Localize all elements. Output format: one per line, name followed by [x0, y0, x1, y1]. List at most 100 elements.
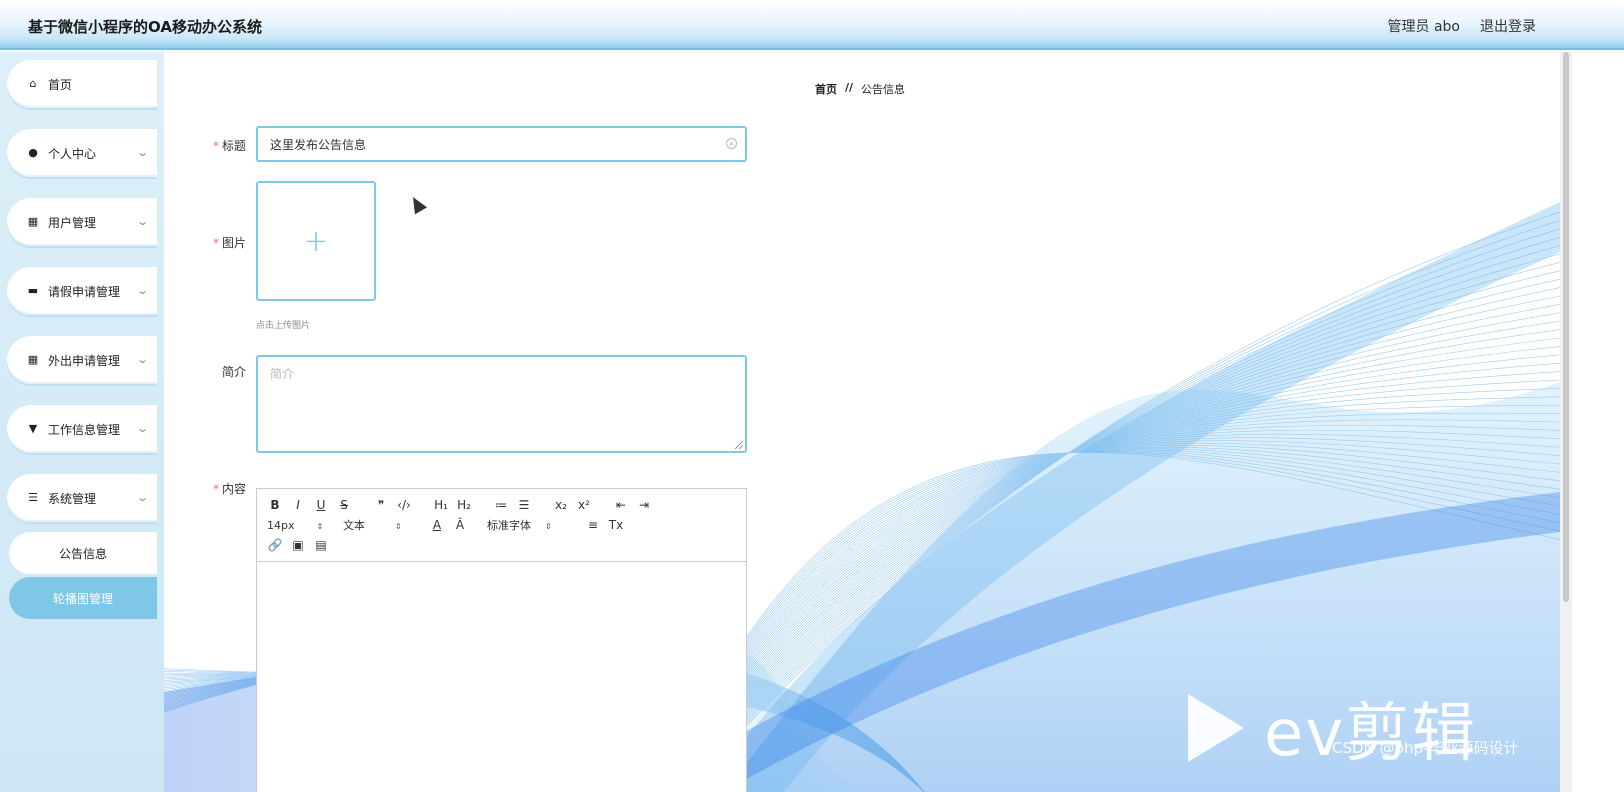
breadcrumb: 首页 // 公告信息: [815, 81, 905, 97]
toolbar-row-2: 14px ⇕ 文本 ⇕ A Â 标准字体 ⇕ ≡ Tx: [267, 515, 736, 535]
sidebar-item-personal-center[interactable]: ● 个人中心 ⌄: [7, 129, 157, 177]
font-color-button[interactable]: A: [429, 518, 445, 532]
breadcrumb-home[interactable]: 首页: [815, 81, 837, 97]
editor-toolbar: B I U S ❞ ‹/› H₁ H₂ ≔ ☰ x₂ x² ⇤ ⇥ 14px ⇕…: [257, 489, 746, 562]
sidebar-item-label: 请假申请管理: [48, 284, 121, 299]
title-label-text: 标题: [221, 139, 246, 153]
sidebar-subitem-carousel-management[interactable]: 轮播图管理: [9, 577, 157, 619]
scrollbar-thumb[interactable]: [1563, 52, 1569, 602]
image-upload-button[interactable]: +: [256, 181, 376, 301]
toolbar-row-1: B I U S ❞ ‹/› H₁ H₂ ≔ ☰ x₂ x² ⇤ ⇥: [267, 495, 736, 515]
sidebar: ⌂ 首页 ● 个人中心 ⌄ ▦ 用户管理 ⌄ ▬ 请假申请管理 ⌄ ▦ 外出申请…: [0, 52, 164, 792]
sidebar-subitem-label: 轮播图管理: [52, 591, 113, 606]
breadcrumb-current: 公告信息: [861, 83, 906, 96]
bold-button[interactable]: B: [267, 498, 283, 512]
clear-format-button[interactable]: Tx: [608, 518, 624, 532]
intro-label-text: 简介: [221, 365, 246, 379]
intro-label: 简介: [186, 363, 246, 380]
admin-user-label[interactable]: 管理员 abo: [1388, 16, 1460, 36]
required-mark: *: [212, 139, 219, 153]
header-actions: 管理员 abo 退出登录: [1388, 16, 1536, 36]
sidebar-item-outing-management[interactable]: ▦ 外出申请管理 ⌄: [7, 336, 157, 384]
required-mark: *: [212, 482, 219, 496]
sidebar-item-label: 系统管理: [48, 491, 97, 506]
list-icon: ☰: [28, 491, 38, 504]
image-label-text: 图片: [221, 236, 246, 250]
ordered-list-button[interactable]: ≔: [493, 498, 509, 512]
image-insert-icon[interactable]: ▣: [290, 538, 306, 552]
required-mark: *: [212, 236, 219, 250]
chevron-down-icon: ⌄: [135, 146, 149, 159]
sidebar-item-label: 工作信息管理: [48, 422, 121, 437]
block-type-value: 文本: [343, 519, 365, 532]
sidebar-item-user-management[interactable]: ▦ 用户管理 ⌄: [7, 198, 157, 246]
sidebar-item-home[interactable]: ⌂ 首页: [7, 60, 157, 108]
sidebar-item-work-info-management[interactable]: ▼ 工作信息管理 ⌄: [7, 405, 157, 453]
chevron-down-icon: ⌄: [135, 422, 149, 435]
csdn-credit: CSDN @php-毕业源码设计: [1332, 739, 1519, 757]
sidebar-item-label: 首页: [48, 77, 73, 92]
sidebar-item-label: 个人中心: [48, 146, 97, 161]
intro-textarea[interactable]: 简介: [256, 355, 747, 453]
main-content: 首页 // 公告信息 * 标题 这里发布公告信息 × * 图片 + 点击上传图片 简…: [164, 52, 1560, 792]
superscript-button[interactable]: x²: [576, 498, 592, 512]
title-input[interactable]: 这里发布公告信息 ×: [256, 126, 747, 162]
subscript-button[interactable]: x₂: [553, 498, 569, 512]
chevron-down-icon: ⌄: [135, 215, 149, 228]
grid-icon: ▦: [27, 353, 39, 366]
chevron-down-icon: ⌄: [135, 353, 149, 366]
select-arrow-icon: ⇕: [395, 522, 402, 531]
grid-icon: ▦: [27, 215, 39, 228]
italic-button[interactable]: I: [290, 498, 306, 512]
video-insert-icon[interactable]: ▤: [313, 538, 329, 552]
title-label: * 标题: [186, 137, 246, 154]
outdent-button[interactable]: ⇤: [613, 498, 629, 512]
intro-placeholder: 简介: [270, 367, 295, 381]
title-input-value: 这里发布公告信息: [270, 137, 367, 152]
content-label: * 内容: [186, 480, 246, 497]
bullet-list-button[interactable]: ☰: [516, 498, 532, 512]
select-arrow-icon: ⇕: [316, 521, 324, 531]
image-label: * 图片: [186, 234, 246, 251]
indent-button[interactable]: ⇥: [636, 498, 652, 512]
sidebar-subitem-announcements[interactable]: 公告信息: [9, 532, 157, 574]
sidebar-item-label: 外出申请管理: [48, 353, 121, 368]
resize-handle[interactable]: [735, 441, 743, 449]
app-title: 基于微信小程序的OA移动办公系统: [28, 18, 262, 36]
ticket-icon: ▬: [27, 284, 39, 297]
heading2-button[interactable]: H₂: [456, 498, 472, 512]
blockquote-button[interactable]: ❞: [373, 498, 389, 512]
sidebar-item-system-management[interactable]: ☰ 系统管理 ⌄: [7, 474, 157, 522]
sidebar-item-label: 用户管理: [48, 215, 97, 230]
user-icon: ●: [28, 146, 38, 159]
logout-link[interactable]: 退出登录: [1480, 16, 1536, 36]
play-logo-icon: [1188, 694, 1244, 762]
background-color-button[interactable]: Â: [452, 518, 468, 532]
sidebar-subitem-label: 公告信息: [58, 546, 107, 561]
link-icon[interactable]: 🔗: [267, 538, 283, 552]
align-button[interactable]: ≡: [585, 518, 601, 532]
chevron-down-icon: ⌄: [135, 491, 149, 504]
chevron-down-icon: ⌄: [135, 284, 149, 297]
select-arrow-icon: ⇕: [545, 522, 552, 531]
plus-icon: +: [303, 223, 329, 259]
font-family-value: 标准字体: [487, 519, 531, 532]
heading1-button[interactable]: H₁: [433, 498, 449, 512]
ev-watermark: ev剪辑: [1188, 682, 1477, 774]
page-scrollbar[interactable]: [1560, 52, 1572, 792]
watermark-brand: ev剪辑: [1264, 697, 1478, 771]
underline-button[interactable]: U: [313, 498, 329, 512]
font-size-select[interactable]: 14px ⇕: [267, 519, 329, 532]
clear-icon[interactable]: ×: [726, 138, 737, 149]
pin-icon: ▼: [28, 422, 38, 435]
font-size-value: 14px: [267, 518, 295, 532]
upload-hint: 点击上传图片: [256, 321, 311, 331]
content-label-text: 内容: [221, 482, 246, 496]
font-family-select[interactable]: 标准字体 ⇕: [487, 517, 571, 533]
editor-content-area[interactable]: [257, 562, 746, 792]
sidebar-item-leave-management[interactable]: ▬ 请假申请管理 ⌄: [7, 267, 157, 315]
breadcrumb-separator: //: [845, 81, 854, 94]
code-block-button[interactable]: ‹/›: [396, 498, 412, 512]
strike-button[interactable]: S: [336, 498, 352, 512]
block-type-select[interactable]: 文本 ⇕: [343, 517, 415, 533]
